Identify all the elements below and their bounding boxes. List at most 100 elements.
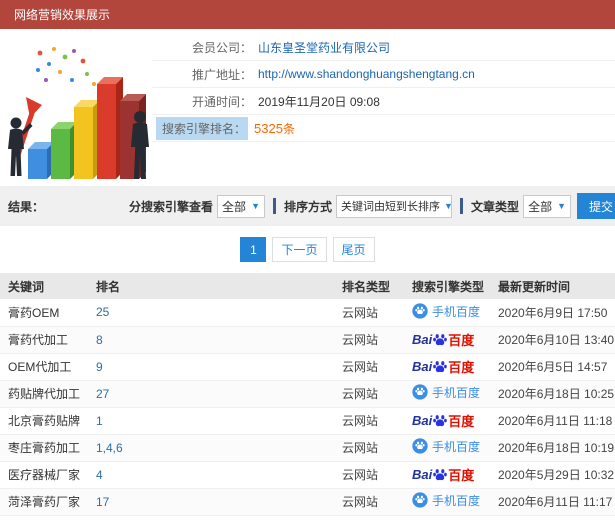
member-company-link[interactable]: 山东皇圣堂药业有限公司 bbox=[258, 39, 390, 56]
keyword-cell: 医疗器械厂家 bbox=[0, 461, 88, 489]
baidu-logo-du: 百度 bbox=[448, 414, 475, 429]
confetti-dots bbox=[36, 47, 96, 86]
engine-type-cell: Bai 百度 bbox=[404, 353, 490, 381]
rank-type-cell: 云网站 bbox=[334, 461, 404, 489]
rank-link[interactable]: 25 bbox=[96, 305, 109, 319]
mobile-baidu-badge: 手机百度 bbox=[412, 492, 480, 509]
baidu-logo-du: 百度 bbox=[448, 333, 475, 348]
baidu-paw-icon bbox=[433, 333, 448, 345]
updated-time-cell: 2020年6月10日 13:40 bbox=[490, 326, 615, 354]
bar-chart-illustration bbox=[2, 33, 150, 188]
rank-cell: 25 bbox=[88, 299, 334, 327]
baidu-logo-bai: Bai bbox=[412, 332, 433, 347]
keyword-cell: 枣庄膏药加工 bbox=[0, 434, 88, 462]
mobile-baidu-badge: 手机百度 bbox=[412, 384, 480, 401]
mobile-baidu-paw-icon bbox=[412, 384, 428, 400]
rank-link[interactable]: 9 bbox=[96, 360, 103, 374]
sort-filter-select[interactable]: 关键词由短到长排序 ▼ bbox=[336, 194, 453, 218]
table-row: 膏药OEM 25 云网站 手机百度 2020年6月9日 17:50 bbox=[0, 299, 615, 327]
open-time-value: 2019年11月20日 09:08 bbox=[258, 94, 380, 109]
page-button-current[interactable]: 1 bbox=[240, 237, 267, 262]
updated-time-cell: 2020年6月18日 10:19 bbox=[490, 434, 615, 462]
updated-time-cell: 2020年6月9日 17:50 bbox=[490, 299, 615, 327]
keyword-cell: OEM代加工 bbox=[0, 353, 88, 381]
submit-button[interactable]: 提交 bbox=[577, 193, 615, 219]
baidu-logo: Bai 百度 bbox=[412, 411, 474, 430]
mobile-baidu-paw-icon bbox=[412, 438, 428, 454]
rank-link[interactable]: 8 bbox=[96, 333, 103, 347]
table-row: 枣庄膏药加工 1,4,6 云网站 手机百度 2020年6月18日 10:19 bbox=[0, 434, 615, 462]
rank-cell: 1 bbox=[88, 407, 334, 435]
sort-filter-label: 排序方式 bbox=[284, 199, 333, 214]
article-type-filter-selected: 全部 bbox=[528, 199, 553, 214]
header-keyword: 关键词 bbox=[0, 273, 88, 299]
promo-url-label: 推广地址： bbox=[191, 67, 252, 82]
promo-url-row: 推广地址： http://www.shandonghuangshengtang.… bbox=[152, 61, 615, 88]
baidu-logo: Bai 百度 bbox=[412, 330, 474, 349]
article-type-filter-group: 文章类型 全部 ▼ bbox=[471, 194, 572, 218]
rank-type-cell: 云网站 bbox=[334, 299, 404, 327]
rank-count-row: 搜索引擎排名： 5325条 bbox=[152, 115, 615, 142]
updated-time-cell: 2020年5月29日 10:32 bbox=[490, 461, 615, 489]
engine-type-cell: 手机百度 bbox=[404, 488, 490, 516]
engine-type-cell: Bai 百度 bbox=[404, 461, 490, 489]
baidu-logo-du: 百度 bbox=[448, 360, 475, 375]
rank-cell: 1,4,6 bbox=[88, 434, 334, 462]
engine-filter-select[interactable]: 全部 ▼ bbox=[217, 194, 266, 218]
engine-type-cell: 手机百度 bbox=[404, 380, 490, 408]
filter-divider bbox=[460, 198, 464, 214]
article-type-filter-label: 文章类型 bbox=[471, 199, 520, 214]
baidu-logo-bai: Bai bbox=[412, 467, 433, 482]
chevron-down-icon: ▼ bbox=[251, 201, 261, 211]
page-title: 网络营销效果展示 bbox=[14, 8, 111, 22]
engine-type-cell: 手机百度 bbox=[404, 299, 490, 327]
header-engine-type: 搜索引擎类型 bbox=[404, 273, 490, 299]
header-rank-type: 排名类型 bbox=[334, 273, 404, 299]
keyword-cell: 膏药代加工 bbox=[0, 326, 88, 354]
result-label: 结果： bbox=[8, 199, 45, 214]
rank-cell: 9 bbox=[88, 353, 334, 381]
sort-filter-group: 排序方式 关键词由短到长排序 ▼ bbox=[284, 194, 453, 218]
engine-label: 手机百度 bbox=[432, 385, 481, 400]
updated-time-cell: 2020年6月11日 11:18 bbox=[490, 407, 615, 435]
open-time-row: 开通时间： 2019年11月20日 09:08 bbox=[152, 88, 615, 115]
article-type-filter-select[interactable]: 全部 ▼ bbox=[523, 194, 572, 218]
rank-count-unit: 条 bbox=[282, 121, 295, 136]
updated-time-cell: 2020年6月11日 11:17 bbox=[490, 488, 615, 516]
rank-link[interactable]: 17 bbox=[96, 495, 109, 509]
filter-divider bbox=[273, 198, 277, 214]
table-row: 医疗器械厂家 4 云网站 Bai 百度 2020年5月29日 10:32 bbox=[0, 461, 615, 489]
rank-type-cell: 云网站 bbox=[334, 488, 404, 516]
baidu-logo-du: 百度 bbox=[448, 468, 475, 483]
rank-link[interactable]: 1 bbox=[96, 414, 103, 428]
chevron-down-icon: ▼ bbox=[444, 201, 451, 211]
engine-label: 手机百度 bbox=[432, 493, 481, 508]
mobile-baidu-paw-icon bbox=[412, 492, 428, 508]
engine-label: 手机百度 bbox=[432, 304, 481, 319]
keyword-ranking-table: 关键词 排名 排名类型 搜索引擎类型 最新更新时间 膏药OEM 25 云网站 手… bbox=[0, 273, 615, 516]
table-row: 药贴牌代加工 27 云网站 手机百度 2020年6月18日 10:25 bbox=[0, 380, 615, 408]
open-time-label: 开通时间： bbox=[191, 94, 252, 109]
engine-type-cell: Bai 百度 bbox=[404, 326, 490, 354]
keyword-cell: 菏泽膏药厂家 bbox=[0, 488, 88, 516]
rank-link[interactable]: 27 bbox=[96, 387, 109, 401]
sort-filter-selected: 关键词由短到长排序 bbox=[341, 201, 441, 213]
last-page-button[interactable]: 尾页 bbox=[332, 237, 375, 262]
promo-url-link[interactable]: http://www.shandonghuangshengtang.cn bbox=[258, 67, 475, 81]
keyword-cell: 膏药OEM bbox=[0, 299, 88, 327]
engine-filter-group: 分搜索引擎查看 全部 ▼ bbox=[129, 194, 266, 218]
rank-cell: 27 bbox=[88, 380, 334, 408]
rank-cell: 4 bbox=[88, 461, 334, 489]
rank-link[interactable]: 4 bbox=[96, 468, 103, 482]
rank-type-cell: 云网站 bbox=[334, 353, 404, 381]
rank-link[interactable]: 1,4,6 bbox=[96, 441, 123, 455]
baidu-logo: Bai 百度 bbox=[412, 465, 474, 484]
header-updated: 最新更新时间 bbox=[490, 273, 615, 299]
engine-label: 手机百度 bbox=[432, 439, 481, 454]
updated-time-cell: 2020年6月18日 10:25 bbox=[490, 380, 615, 408]
table-header-row: 关键词 排名 排名类型 搜索引擎类型 最新更新时间 bbox=[0, 273, 615, 299]
member-info-section: 会员公司： 山东皇圣堂药业有限公司 推广地址： http://www.shand… bbox=[0, 29, 615, 186]
next-page-button[interactable]: 下一页 bbox=[272, 237, 327, 262]
table-row: 北京膏药贴牌 1 云网站 Bai 百度 2020年6月11日 11:18 bbox=[0, 407, 615, 435]
table-row: OEM代加工 9 云网站 Bai 百度 2020年6月5日 14:57 bbox=[0, 353, 615, 381]
